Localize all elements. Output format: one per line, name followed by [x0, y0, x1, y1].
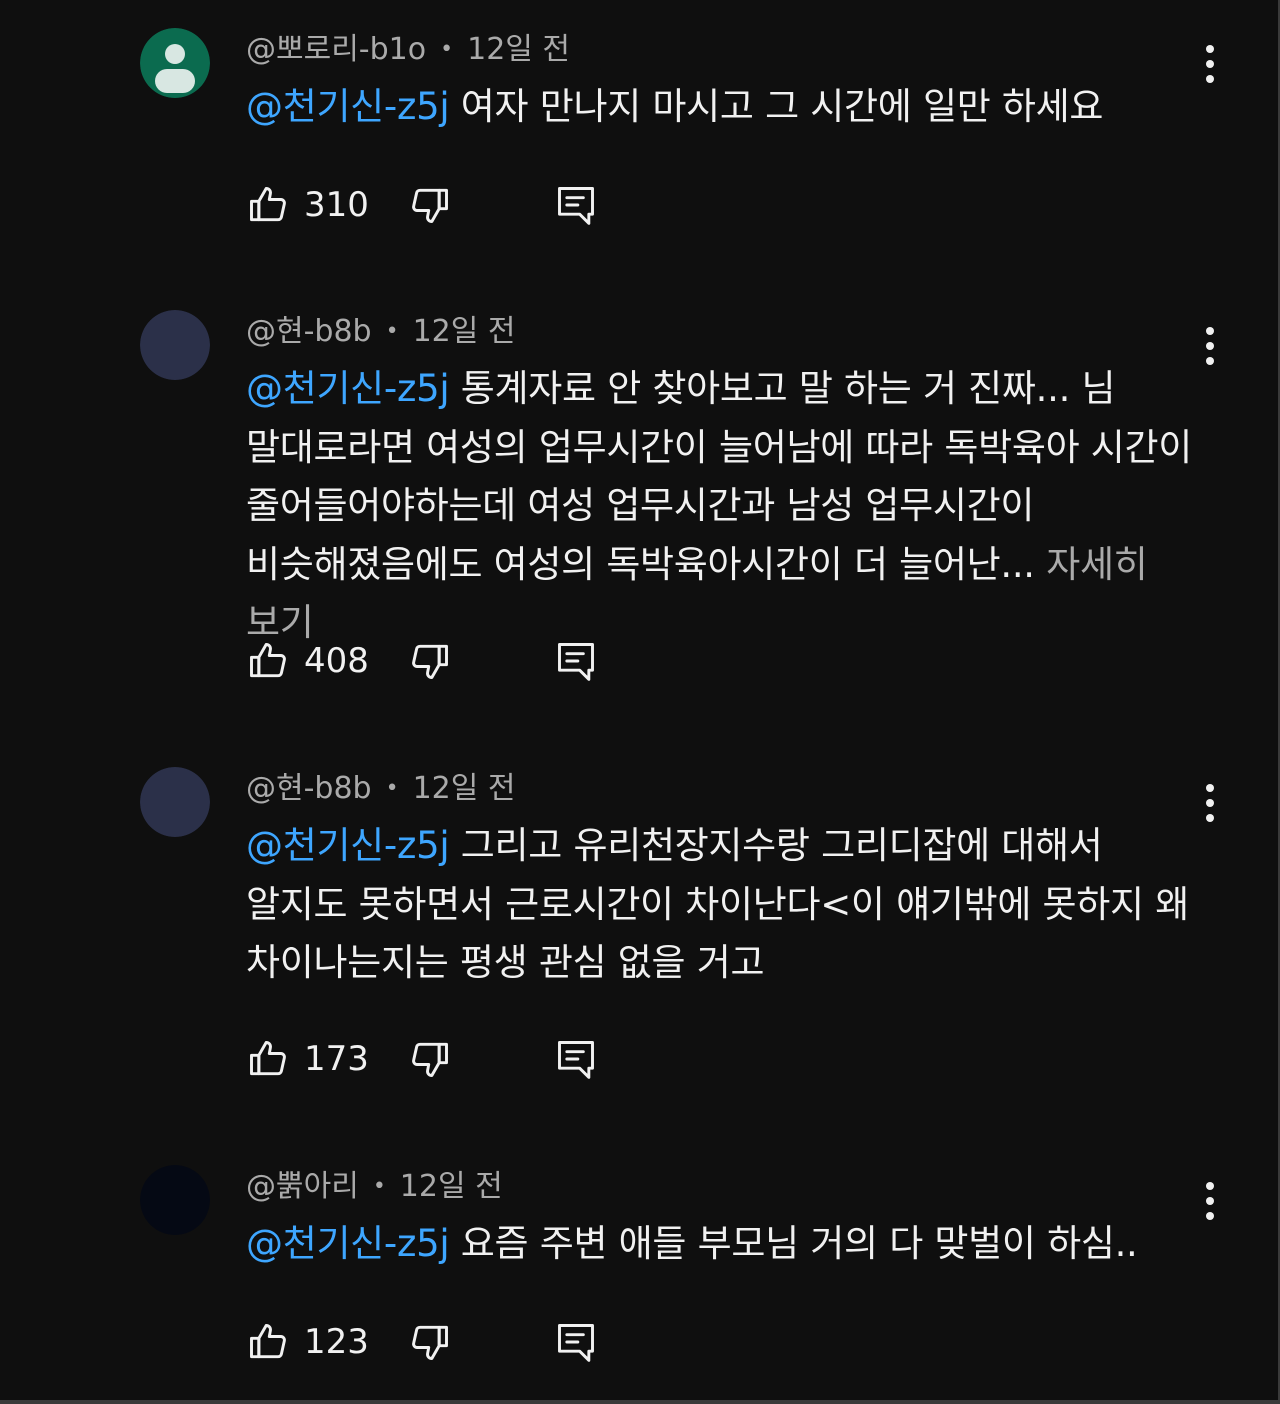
comment-actions: 310 — [246, 180, 646, 230]
avatar[interactable] — [140, 28, 210, 98]
thumbs-up-icon — [246, 1037, 290, 1081]
dislike-button[interactable] — [408, 1034, 454, 1084]
thumbs-down-icon — [412, 188, 448, 223]
reply-button[interactable] — [554, 1317, 600, 1367]
avatar-image — [140, 310, 210, 380]
author-name[interactable]: @현-b8b — [246, 314, 372, 349]
avatar[interactable] — [140, 767, 210, 837]
comment-menu-button[interactable] — [1190, 1177, 1230, 1227]
more-vertical-icon — [1206, 45, 1214, 53]
comment-text: @천기신-z5j 그리고 유리천장지수랑 그리디잡에 대해서 알지도 못하면서 … — [246, 817, 1196, 993]
thumbs-down-icon — [412, 644, 448, 679]
like-count: 408 — [304, 641, 369, 681]
mention-link[interactable]: @천기신-z5j — [246, 85, 450, 128]
more-vertical-icon — [1206, 784, 1214, 792]
separator-dot: • — [385, 776, 399, 801]
reply-icon — [558, 187, 594, 225]
comment-meta: @뽀로리-b1o • 12일 전 — [246, 30, 570, 70]
like-button[interactable]: 408 — [246, 636, 369, 686]
comment-meta: @뿕아리 • 12일 전 — [246, 1167, 503, 1207]
comment-body: 요즘 주변 애들 부모님 거의 다 맞벌이 하심.. — [449, 1222, 1138, 1265]
comment-actions: 123 — [246, 1317, 646, 1367]
comment-time[interactable]: 12일 전 — [400, 1169, 503, 1204]
thumbs-up-icon — [246, 1320, 290, 1364]
comment-time[interactable]: 12일 전 — [467, 32, 570, 67]
separator-dot: • — [440, 37, 454, 62]
like-button[interactable]: 123 — [246, 1317, 369, 1367]
author-name[interactable]: @뽀로리-b1o — [246, 32, 426, 67]
comment-actions: 173 — [246, 1034, 646, 1084]
mention-link[interactable]: @천기신-z5j — [246, 367, 450, 410]
comment-text: @천기신-z5j 요즘 주변 애들 부모님 거의 다 맞벌이 하심.. — [246, 1215, 1196, 1274]
person-icon — [140, 28, 210, 98]
comment-time[interactable]: 12일 전 — [413, 314, 516, 349]
author-name[interactable]: @뿕아리 — [246, 1169, 359, 1204]
comment-body: 여자 만나지 마시고 그 시간에 일만 하세요 — [449, 85, 1104, 128]
more-vertical-icon — [1206, 327, 1214, 335]
comment-text: @천기신-z5j 여자 만나지 마시고 그 시간에 일만 하세요 — [246, 78, 1196, 137]
avatar[interactable] — [140, 310, 210, 380]
like-count: 173 — [304, 1039, 369, 1079]
reply-button[interactable] — [554, 636, 600, 686]
reply-icon — [558, 1324, 594, 1362]
avatar-image — [140, 767, 210, 837]
dislike-button[interactable] — [408, 636, 454, 686]
comments-screen: @뽀로리-b1o • 12일 전 @천기신-z5j 여자 만나지 마시고 그 시간에… — [0, 0, 1280, 1404]
thumbs-up-icon — [246, 639, 290, 683]
dislike-button[interactable] — [408, 1317, 454, 1367]
like-count: 123 — [304, 1322, 369, 1362]
thumbs-down-icon — [412, 1325, 448, 1360]
separator-dot: • — [372, 1174, 386, 1199]
reply-button[interactable] — [554, 1034, 600, 1084]
comment-meta: @현-b8b • 12일 전 — [246, 769, 516, 809]
more-vertical-icon — [1206, 1182, 1214, 1190]
author-name[interactable]: @현-b8b — [246, 771, 372, 806]
dislike-button[interactable] — [408, 180, 454, 230]
avatar[interactable] — [140, 1165, 210, 1235]
thumbs-up-icon — [246, 183, 290, 227]
reply-icon — [558, 643, 594, 681]
like-button[interactable]: 173 — [246, 1034, 369, 1084]
avatar-image — [140, 1165, 210, 1235]
separator-dot: • — [385, 319, 399, 344]
like-button[interactable]: 310 — [246, 180, 369, 230]
comment-meta: @현-b8b • 12일 전 — [246, 312, 516, 352]
mention-link[interactable]: @천기신-z5j — [246, 1222, 450, 1265]
comment-actions: 408 — [246, 636, 646, 686]
comment-text: @천기신-z5j 통계자료 안 찾아보고 말 하는 거 진짜... 님 말대로라… — [246, 360, 1196, 653]
comment-menu-button[interactable] — [1190, 779, 1230, 829]
mention-link[interactable]: @천기신-z5j — [246, 824, 450, 867]
thumbs-down-icon — [412, 1042, 448, 1077]
reply-icon — [558, 1041, 594, 1079]
reply-button[interactable] — [554, 180, 600, 230]
like-count: 310 — [304, 185, 369, 225]
comment-menu-button[interactable] — [1190, 322, 1230, 372]
comment-time[interactable]: 12일 전 — [413, 771, 516, 806]
comment-menu-button[interactable] — [1190, 40, 1230, 90]
